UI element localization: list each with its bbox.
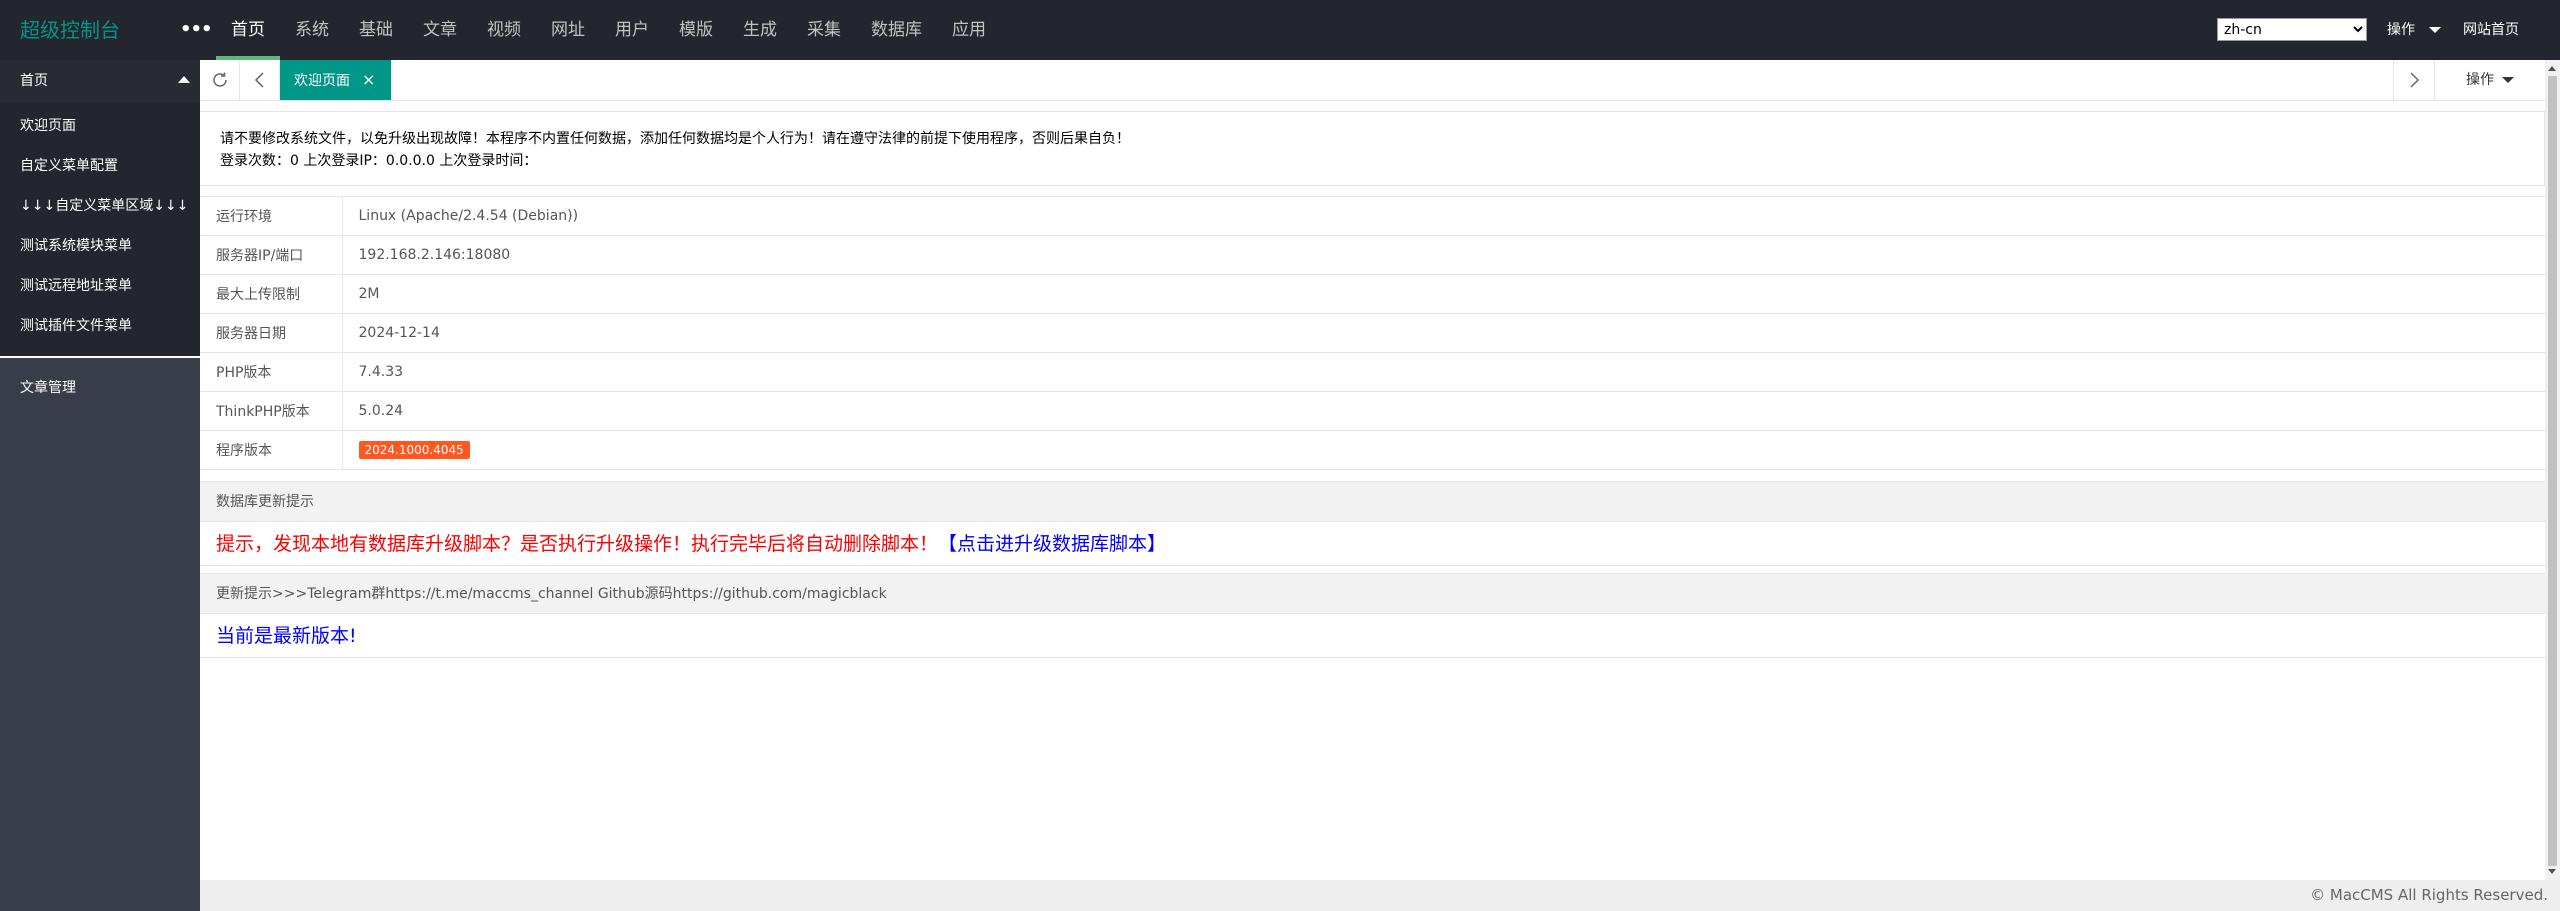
scroll-thumb[interactable] [2548, 76, 2557, 866]
info-value: 2024.1000.4045 [342, 430, 2545, 470]
nav-item-apps[interactable]: 应用 [937, 0, 1001, 60]
info-value: 2024-12-14 [342, 313, 2545, 353]
nav-item-home[interactable]: 首页 [216, 0, 280, 60]
nav-item-generate[interactable]: 生成 [728, 0, 792, 60]
tab-operate-label: 操作 [2466, 72, 2494, 88]
nav-item-basic[interactable]: 基础 [344, 0, 408, 60]
sidebar-group: 文章管理 [0, 358, 200, 408]
nav-item-collect[interactable]: 采集 [792, 0, 856, 60]
top-header: 超级控制台 ••• 首页 系统 基础 文章 视频 网址 用户 模版 生成 采集 … [0, 0, 2560, 60]
info-value: 192.168.2.146:18080 [342, 235, 2545, 275]
header-operate-menu[interactable]: 操作 [2387, 0, 2441, 60]
nav-item-user[interactable]: 用户 [600, 0, 664, 60]
caret-down-icon [2429, 27, 2441, 33]
more-menu-icon[interactable]: ••• [180, 0, 213, 60]
caret-down-icon [2502, 77, 2514, 83]
info-key: 运行环境 [200, 196, 343, 236]
tab-bar: 欢迎页面 × 操作 [200, 60, 2545, 101]
table-row: 服务器IP/端口 192.168.2.146:18080 [200, 235, 2545, 275]
notice-box: 请不要修改系统文件，以免升级出现故障！本程序不内置任何数据，添加任何数据均是个人… [200, 111, 2545, 186]
table-row: 服务器日期 2024-12-14 [200, 313, 2545, 353]
tab-welcome[interactable]: 欢迎页面 × [280, 60, 392, 100]
tab-operate-menu[interactable]: 操作 [2434, 60, 2545, 100]
version-badge: 2024.1000.4045 [358, 441, 470, 459]
sidebar-item-test-module[interactable]: 测试系统模块菜单 [0, 226, 200, 266]
nav-item-website[interactable]: 网址 [536, 0, 600, 60]
tab-scroll-right-button[interactable] [2393, 60, 2434, 100]
sidebar: 首页 欢迎页面 自定义菜单配置 ↓↓↓自定义菜单区域↓↓↓ 测试系统模块菜单 测… [0, 60, 200, 911]
info-value: 2M [342, 274, 2545, 314]
notice-line-1: 请不要修改系统文件，以免升级出现故障！本程序不内置任何数据，添加任何数据均是个人… [220, 131, 1130, 147]
tab-scroll-left-button[interactable] [240, 60, 280, 100]
sidebar-item-test-plugin[interactable]: 测试插件文件菜单 [0, 306, 200, 346]
info-value: 7.4.33 [342, 352, 2545, 392]
tab-welcome-label: 欢迎页面 [294, 73, 350, 89]
update-status: 当前是最新版本! [200, 614, 2545, 658]
refresh-button[interactable] [200, 60, 240, 100]
sidebar-item-custom-menu[interactable]: 自定义菜单配置 [0, 146, 200, 186]
chevron-left-icon [254, 72, 264, 88]
nav-item-template[interactable]: 模版 [664, 0, 728, 60]
header-operate-label: 操作 [2387, 22, 2415, 38]
sidebar-submenu: 欢迎页面 自定义菜单配置 ↓↓↓自定义菜单区域↓↓↓ 测试系统模块菜单 测试远程… [0, 102, 200, 356]
console-logo[interactable]: 超级控制台 [20, 0, 120, 60]
table-row: 程序版本 2024.1000.4045 [200, 430, 2545, 470]
site-home-link[interactable]: 网站首页 [2463, 0, 2519, 60]
notice-line-2: 登录次数：0 上次登录IP：0.0.0.0 上次登录时间： [220, 153, 538, 169]
refresh-icon [212, 72, 227, 87]
info-key: ThinkPHP版本 [200, 391, 343, 431]
info-key: 服务器IP/端口 [200, 235, 343, 275]
language-select[interactable]: zh-cn [2217, 18, 2367, 41]
db-update-text: 提示，发现本地有数据库升级脚本？是否执行升级操作！执行完毕后将自动删除脚本！ [216, 533, 939, 555]
close-icon[interactable]: × [362, 70, 375, 89]
db-update-body: 提示，发现本地有数据库升级脚本？是否执行升级操作！执行完毕后将自动删除脚本！【点… [200, 522, 2545, 566]
sidebar-item-welcome[interactable]: 欢迎页面 [0, 106, 200, 146]
nav-item-video[interactable]: 视频 [472, 0, 536, 60]
info-key: 程序版本 [200, 430, 343, 470]
table-row: ThinkPHP版本 5.0.24 [200, 391, 2545, 431]
info-key: 最大上传限制 [200, 274, 343, 314]
update-tip-title: 更新提示>>>Telegram群https://t.me/maccms_chan… [200, 573, 2545, 614]
sidebar-section-label: 首页 [20, 73, 48, 89]
table-row: 最大上传限制 2M [200, 274, 2545, 314]
system-info-table: 运行环境 Linux (Apache/2.4.54 (Debian)) 服务器IP… [200, 196, 2545, 470]
sidebar-item-custom-area[interactable]: ↓↓↓自定义菜单区域↓↓↓ [0, 186, 200, 226]
nav-item-database[interactable]: 数据库 [856, 0, 937, 60]
main-content: 请不要修改系统文件，以免升级出现故障！本程序不内置任何数据，添加任何数据均是个人… [200, 101, 2545, 881]
info-key: 服务器日期 [200, 313, 343, 353]
vertical-scrollbar[interactable] [2545, 60, 2560, 880]
db-update-title: 数据库更新提示 [200, 481, 2545, 522]
db-upgrade-link[interactable]: 【点击进升级数据库脚本】 [938, 533, 1166, 555]
table-row: 运行环境 Linux (Apache/2.4.54 (Debian)) [200, 196, 2545, 236]
scroll-down-icon[interactable] [2548, 869, 2556, 874]
sidebar-item-article-manage[interactable]: 文章管理 [0, 368, 200, 408]
sidebar-item-test-remote[interactable]: 测试远程地址菜单 [0, 266, 200, 306]
table-row: PHP版本 7.4.33 [200, 352, 2545, 392]
scroll-up-icon[interactable] [2548, 66, 2556, 71]
info-value: Linux (Apache/2.4.54 (Debian)) [342, 196, 2545, 236]
nav-item-article[interactable]: 文章 [408, 0, 472, 60]
info-value: 5.0.24 [342, 391, 2545, 431]
nav-item-system[interactable]: 系统 [280, 0, 344, 60]
footer-copyright: © MacCMS All Rights Reserved. [200, 880, 2560, 911]
caret-up-icon [178, 76, 190, 83]
chevron-right-icon [2410, 72, 2420, 88]
info-key: PHP版本 [200, 352, 343, 392]
top-nav: 首页 系统 基础 文章 视频 网址 用户 模版 生成 采集 数据库 应用 [216, 0, 1001, 60]
sidebar-section-home[interactable]: 首页 [0, 60, 200, 102]
